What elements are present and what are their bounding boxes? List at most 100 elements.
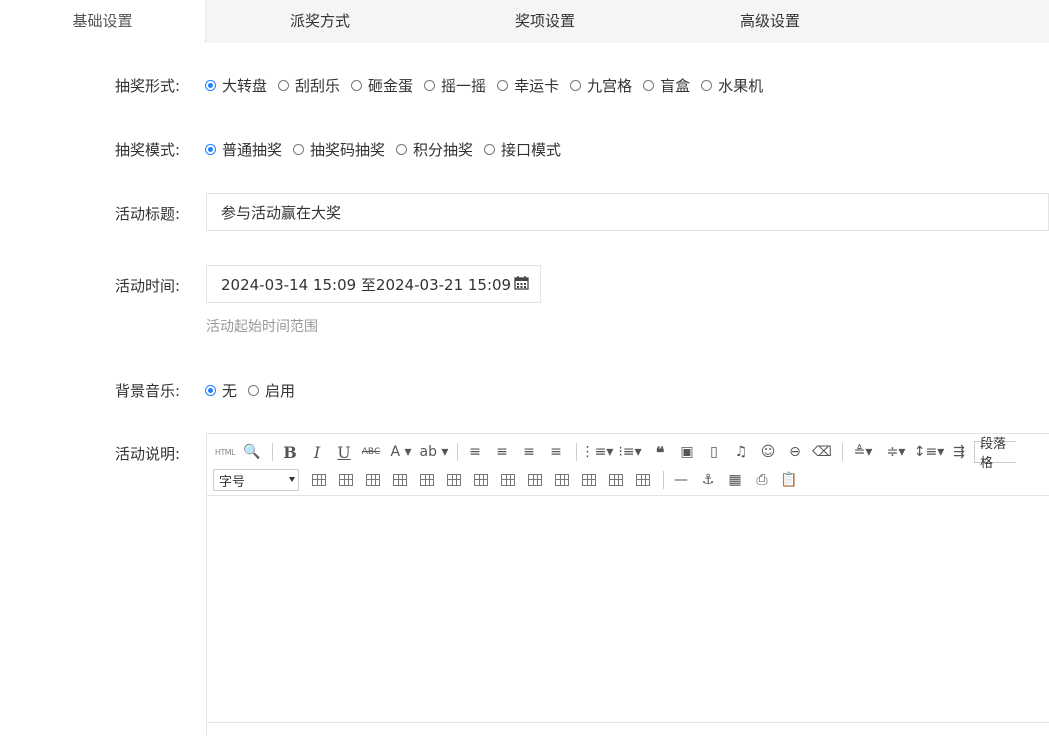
toolbar-divider bbox=[663, 471, 664, 489]
align-right-icon[interactable]: ≡ bbox=[517, 441, 541, 463]
lottery-form-option[interactable]: 大转盘 bbox=[205, 75, 267, 96]
lottery-mode-radio-group: 普通抽奖 抽奖码抽奖 积分抽奖 接口模式 bbox=[205, 139, 572, 160]
highlight-button[interactable]: ab ▾ bbox=[419, 441, 449, 463]
radio-icon[interactable] bbox=[248, 385, 260, 396]
tab-advanced-settings[interactable]: 高级设置 bbox=[655, 0, 885, 43]
delete-col-icon[interactable] bbox=[442, 469, 466, 491]
radio-icon[interactable] bbox=[278, 80, 290, 91]
tab-prize-settings[interactable]: 奖项设置 bbox=[430, 0, 660, 43]
tab-basic-settings[interactable]: 基础设置 bbox=[0, 0, 206, 43]
lottery-form-option[interactable]: 水果机 bbox=[701, 75, 763, 96]
calendar-icon[interactable] bbox=[514, 275, 529, 294]
chevron-down-icon bbox=[289, 477, 295, 482]
print-icon[interactable]: ⎙ bbox=[750, 469, 774, 491]
paragraph-spacing-icon[interactable]: ≑▾ bbox=[881, 441, 911, 463]
bg-music-radio-group: 无 启用 bbox=[205, 380, 306, 401]
radio-icon[interactable] bbox=[205, 385, 216, 396]
lottery-form-option[interactable]: 盲盒 bbox=[643, 75, 690, 96]
image-icon[interactable]: ▣ bbox=[675, 441, 699, 463]
emoji-icon[interactable]: ☺ bbox=[756, 441, 780, 463]
lottery-mode-label: 抽奖模式: bbox=[114, 141, 180, 159]
rich-text-editor: HTML 🔍 B I U ABC A ▾ ab ▾ ≡ ≡ ≡ ≡ ⋮≡▾ ⁝≡… bbox=[206, 433, 1049, 736]
activity-title-input[interactable]: 参与活动赢在大奖 bbox=[206, 193, 1049, 231]
lottery-form-option[interactable]: 九宫格 bbox=[570, 75, 632, 96]
italic-button[interactable]: I bbox=[305, 441, 329, 463]
link-icon[interactable]: ⊖ bbox=[783, 441, 807, 463]
merge-down-icon[interactable] bbox=[550, 469, 574, 491]
lottery-form-option-label: 幸运卡 bbox=[514, 77, 560, 95]
font-color-button[interactable]: A ▾ bbox=[386, 441, 416, 463]
lottery-mode-option[interactable]: 接口模式 bbox=[484, 139, 561, 160]
activity-title-label: 活动标题: bbox=[114, 205, 180, 223]
bg-music-label: 背景音乐: bbox=[114, 382, 180, 400]
horizontal-rule-icon[interactable]: — bbox=[669, 469, 693, 491]
preview-icon[interactable]: 🔍 bbox=[240, 441, 264, 463]
insert-col-icon[interactable] bbox=[415, 469, 439, 491]
radio-icon[interactable] bbox=[396, 144, 408, 155]
lottery-mode-option[interactable]: 抽奖码抽奖 bbox=[293, 139, 385, 160]
text-direction-icon[interactable]: ⇶ bbox=[947, 441, 971, 463]
paste-icon[interactable]: 📋 bbox=[777, 469, 801, 491]
bg-music-option[interactable]: 无 bbox=[205, 380, 237, 401]
bold-button[interactable]: B bbox=[278, 441, 302, 463]
lottery-form-radio-group: 大转盘 刮刮乐 砸金蛋 摇一摇 幸运卡 九宫格 盲盒 水果机 bbox=[205, 75, 774, 96]
table-title-icon[interactable] bbox=[361, 469, 385, 491]
unordered-list-icon[interactable]: ⁝≡▾ bbox=[615, 441, 645, 463]
split-icon[interactable] bbox=[469, 469, 493, 491]
bg-music-option-label: 启用 bbox=[265, 382, 296, 400]
split-cells-icon[interactable] bbox=[577, 469, 601, 491]
lottery-mode-option[interactable]: 积分抽奖 bbox=[396, 139, 473, 160]
align-center-icon[interactable]: ≡ bbox=[490, 441, 514, 463]
insert-table-icon[interactable] bbox=[307, 469, 331, 491]
video-icon[interactable]: ▯ bbox=[702, 441, 726, 463]
radio-icon[interactable] bbox=[701, 80, 713, 91]
font-size-select[interactable]: 字号 bbox=[213, 469, 299, 491]
attachment-icon[interactable]: ▦ bbox=[723, 469, 747, 491]
radio-icon[interactable] bbox=[643, 80, 655, 91]
radio-icon[interactable] bbox=[424, 80, 436, 91]
lottery-form-option[interactable]: 幸运卡 bbox=[497, 75, 559, 96]
merge-right-icon[interactable] bbox=[523, 469, 547, 491]
lottery-form-option-label: 盲盒 bbox=[660, 77, 691, 95]
toolbar-divider bbox=[576, 443, 577, 461]
editor-content-area[interactable] bbox=[207, 496, 1049, 723]
lottery-mode-option-label: 积分抽奖 bbox=[413, 141, 474, 159]
radio-icon[interactable] bbox=[205, 80, 216, 91]
insert-row-icon[interactable] bbox=[388, 469, 412, 491]
lottery-form-option-label: 九宫格 bbox=[587, 77, 633, 95]
underline-button[interactable]: U bbox=[332, 441, 356, 463]
line-height-icon[interactable]: ↕≡▾ bbox=[914, 441, 945, 463]
align-justify-icon[interactable]: ≡ bbox=[544, 441, 568, 463]
html-source-button[interactable]: HTML bbox=[213, 441, 237, 463]
lottery-form-option[interactable]: 刮刮乐 bbox=[278, 75, 340, 96]
lottery-form-option-label: 摇一摇 bbox=[441, 77, 487, 95]
lottery-form-option[interactable]: 摇一摇 bbox=[424, 75, 486, 96]
paragraph-format-select[interactable]: 段落格 bbox=[974, 437, 1016, 471]
activity-time-input[interactable]: 2024-03-14 15:09 至2024-03-21 15:09 bbox=[206, 265, 541, 303]
lottery-mode-option[interactable]: 普通抽奖 bbox=[205, 139, 282, 160]
lottery-form-option[interactable]: 砸金蛋 bbox=[351, 75, 413, 96]
align-left-icon[interactable]: ≡ bbox=[463, 441, 487, 463]
radio-icon[interactable] bbox=[205, 144, 216, 155]
table-properties-icon[interactable] bbox=[334, 469, 358, 491]
eraser-icon[interactable]: ⌫ bbox=[810, 441, 834, 463]
lottery-form-option-label: 砸金蛋 bbox=[368, 77, 414, 95]
split-rows-icon[interactable] bbox=[604, 469, 628, 491]
radio-icon[interactable] bbox=[293, 144, 305, 155]
toolbar-divider bbox=[457, 443, 458, 461]
tab-prize-distribution[interactable]: 派奖方式 bbox=[205, 0, 435, 43]
anchor-icon[interactable]: ⚓ bbox=[696, 469, 720, 491]
radio-icon[interactable] bbox=[570, 80, 582, 91]
strikethrough-button[interactable]: ABC bbox=[359, 441, 383, 463]
radio-icon[interactable] bbox=[484, 144, 496, 155]
toolbar-row-1: HTML 🔍 B I U ABC A ▾ ab ▾ ≡ ≡ ≡ ≡ ⋮≡▾ ⁝≡… bbox=[213, 437, 1016, 471]
merge-cells-icon[interactable] bbox=[496, 469, 520, 491]
split-cols-icon[interactable] bbox=[631, 469, 655, 491]
bg-music-option[interactable]: 启用 bbox=[248, 380, 295, 401]
radio-icon[interactable] bbox=[497, 80, 509, 91]
quote-icon[interactable]: ❝ bbox=[648, 441, 672, 463]
music-icon[interactable]: ♫ bbox=[729, 441, 753, 463]
indent-icon[interactable]: ≜▾ bbox=[848, 441, 878, 463]
radio-icon[interactable] bbox=[351, 80, 363, 91]
ordered-list-icon[interactable]: ⋮≡▾ bbox=[581, 441, 614, 463]
